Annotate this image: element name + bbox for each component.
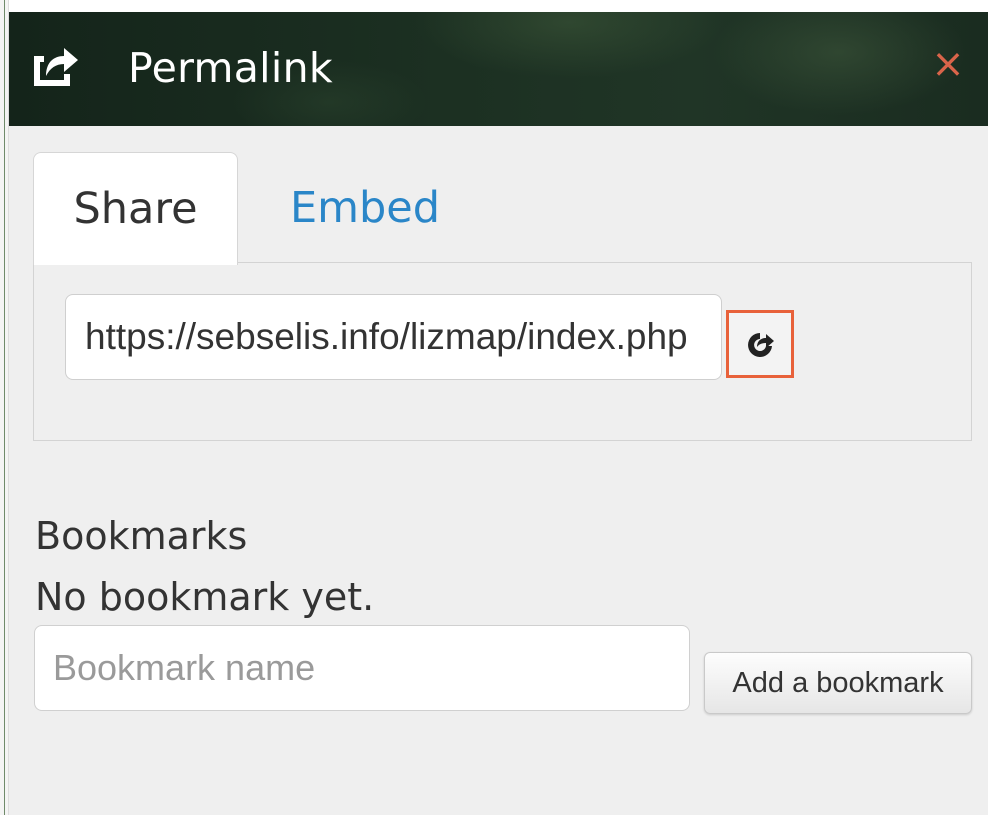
dialog-title: Permalink [128, 44, 333, 92]
window-edge [0, 0, 9, 815]
close-button[interactable]: × [928, 42, 968, 86]
bookmarks-empty-message: No bookmark yet. [35, 575, 375, 619]
open-permalink-button[interactable] [726, 310, 794, 378]
tab-embed[interactable]: Embed [250, 152, 480, 264]
share-icon [748, 333, 774, 357]
top-strip [0, 0, 988, 12]
permalink-url-field[interactable] [65, 294, 722, 380]
add-bookmark-button[interactable]: Add a bookmark [704, 652, 972, 714]
bookmark-name-input[interactable] [34, 625, 690, 711]
share-icon [30, 42, 80, 86]
permalink-dialog: Permalink × Share Embed Bookmarks No boo… [0, 0, 988, 815]
tab-share[interactable]: Share [33, 152, 238, 265]
bookmarks-heading: Bookmarks [35, 514, 248, 558]
